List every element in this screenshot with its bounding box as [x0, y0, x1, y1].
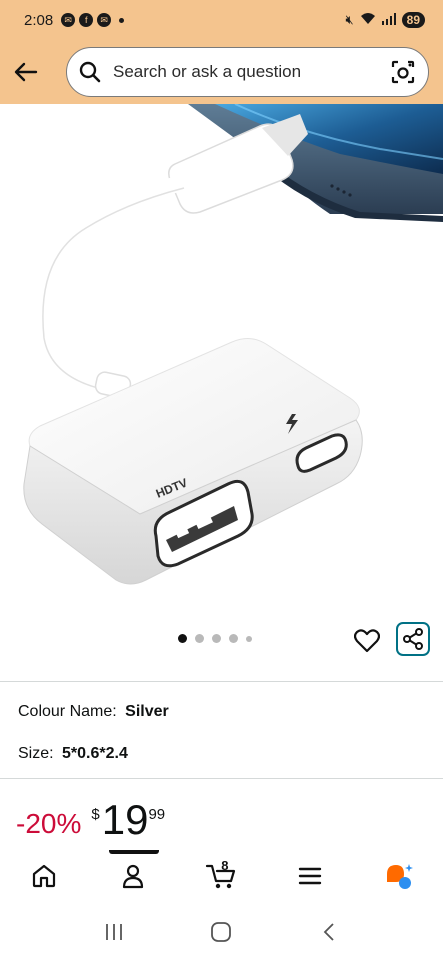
- price-whole: 19: [101, 796, 149, 843]
- carousel-dot[interactable]: [178, 634, 187, 643]
- price-currency: $: [91, 806, 100, 823]
- nav-home[interactable]: [0, 850, 89, 902]
- back-chevron-icon: [323, 923, 334, 941]
- heart-icon: [354, 629, 380, 653]
- camera-search-icon[interactable]: [390, 59, 416, 85]
- account-icon: [122, 864, 143, 889]
- mute-icon: 🔇︎: [345, 12, 354, 27]
- colour-attribute: Colour Name: Silver: [18, 703, 169, 721]
- signal-icon: [381, 12, 396, 28]
- notification-icons: ✉ f ✉: [61, 13, 125, 27]
- divider: [0, 681, 443, 682]
- home-icon: [33, 864, 56, 888]
- wifi-icon: [360, 12, 376, 28]
- colour-label: Colour Name:: [18, 703, 117, 720]
- home-circle-icon: [211, 922, 232, 942]
- discount-percent: -20%: [16, 808, 82, 839]
- messenger-icon: ✉: [61, 13, 76, 27]
- home-system-button[interactable]: [201, 912, 241, 952]
- image-carousel-controls: [0, 620, 443, 664]
- price-fraction: 99: [148, 806, 166, 823]
- messenger-icon-2: ✉: [97, 13, 112, 27]
- carousel-dot[interactable]: [212, 634, 221, 643]
- system-navigation-bar: [0, 904, 443, 960]
- carousel-dots: [178, 634, 252, 643]
- nav-cart[interactable]: 8: [177, 850, 266, 902]
- recent-apps-button[interactable]: [94, 912, 134, 952]
- status-bar: 2:08 ✉ f ✉ 🔇︎ 89: [0, 0, 443, 40]
- search-icon: [79, 61, 101, 83]
- back-system-button[interactable]: [309, 912, 349, 952]
- product-image[interactable]: HDTV: [0, 104, 443, 624]
- size-value: 5*0.6*2.4: [62, 745, 128, 762]
- system-status-icons: 🔇︎ 89: [345, 12, 425, 28]
- status-time: 2:08: [24, 11, 54, 29]
- divider: [0, 778, 443, 779]
- bottom-navigation: 8: [0, 850, 443, 902]
- share-icon: [403, 628, 423, 650]
- search-header: Search or ask a question: [0, 40, 443, 104]
- rufus-icon: [386, 864, 413, 889]
- back-arrow-icon: [14, 62, 38, 82]
- search-input[interactable]: Search or ask a question: [66, 47, 429, 97]
- wishlist-button[interactable]: [352, 626, 382, 656]
- facebook-icon: f: [79, 13, 94, 27]
- nav-account[interactable]: [89, 850, 178, 902]
- hdmi-adapter-image: HDTV: [23, 104, 443, 585]
- nav-menu[interactable]: [266, 850, 355, 902]
- carousel-dot[interactable]: [229, 634, 238, 643]
- price-block: -20% $ 19 99: [16, 796, 165, 852]
- more-notifications-dot: [119, 17, 125, 23]
- carousel-dot[interactable]: [246, 635, 252, 642]
- share-button[interactable]: [396, 622, 430, 656]
- size-attribute: Size: 5*0.6*2.4: [18, 745, 128, 763]
- back-button[interactable]: [0, 40, 52, 104]
- colour-value: Silver: [125, 703, 169, 720]
- nav-rufus[interactable]: [354, 850, 443, 902]
- cart-count-badge: 8: [221, 858, 229, 873]
- recent-apps-icon: [105, 924, 122, 940]
- search-placeholder: Search or ask a question: [113, 62, 302, 81]
- size-label: Size:: [18, 745, 54, 762]
- carousel-dot[interactable]: [195, 634, 204, 643]
- menu-icon: [298, 867, 322, 885]
- battery-indicator: 89: [401, 12, 425, 28]
